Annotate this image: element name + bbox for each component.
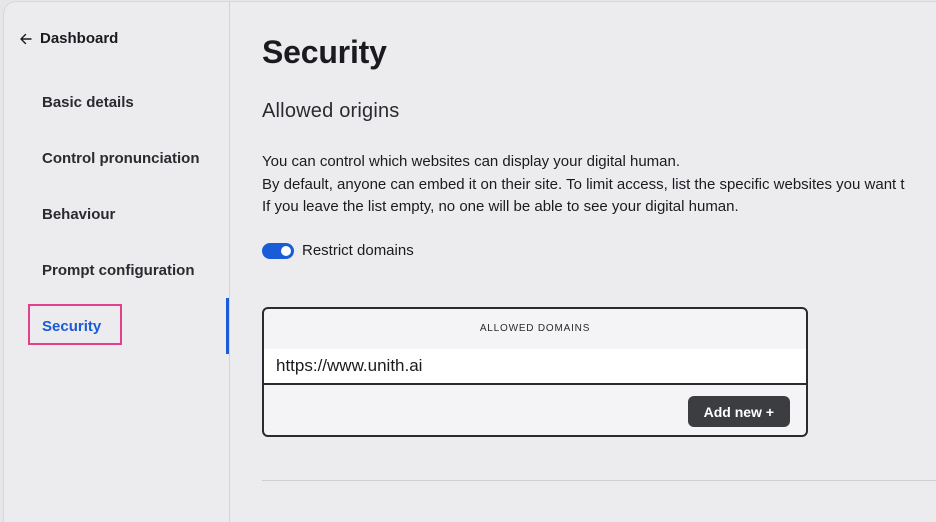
sidebar-item-prompt-configuration[interactable]: Prompt configuration: [42, 262, 195, 279]
restrict-domains-label: Restrict domains: [302, 242, 414, 259]
description: You can control which websites can displ…: [262, 151, 905, 219]
restrict-domains-row: Restrict domains: [262, 242, 414, 259]
back-to-dashboard-link[interactable]: Dashboard: [20, 30, 118, 47]
back-link-label: Dashboard: [40, 30, 119, 47]
toggle-knob: [281, 245, 291, 256]
page-title: Security: [262, 34, 387, 70]
sidebar: Dashboard Basic details Control pronunci…: [4, 2, 230, 522]
section-title: Allowed origins: [262, 100, 400, 122]
add-new-domain-button[interactable]: Add new +: [687, 396, 790, 427]
description-line-1: You can control which websites can displ…: [262, 153, 681, 170]
allowed-domains-panel: ALLOWED DOMAINS Add new +: [262, 307, 808, 437]
sidebar-item-behaviour[interactable]: Behaviour: [42, 206, 115, 223]
main-content: Security Allowed origins You can control…: [262, 2, 936, 522]
sidebar-item-basic-details[interactable]: Basic details: [42, 94, 134, 111]
allowed-domains-header: ALLOWED DOMAINS: [479, 323, 591, 334]
section-divider: [262, 480, 936, 481]
arrow-left-icon: [20, 33, 32, 44]
sidebar-item-security[interactable]: Security: [42, 318, 101, 335]
description-line-3: If you leave the list empty, no one will…: [262, 198, 739, 215]
restrict-domains-toggle[interactable]: [262, 242, 294, 259]
domain-input[interactable]: [264, 349, 806, 385]
sidebar-item-control-pronunciation[interactable]: Control pronunciation: [42, 150, 199, 167]
active-indicator-bar: [226, 298, 229, 354]
description-line-2: By default, anyone can embed it on their…: [262, 175, 905, 193]
app-window: Dashboard Basic details Control pronunci…: [4, 2, 936, 522]
